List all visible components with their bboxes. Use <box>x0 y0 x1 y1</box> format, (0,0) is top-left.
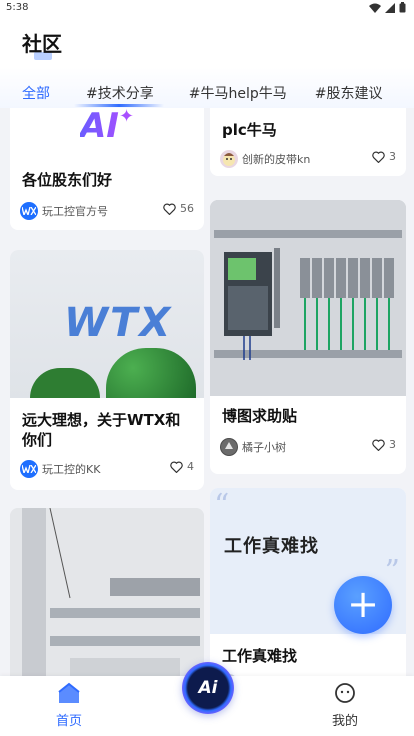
tab-bar: 全部 #技术分享 #牛马help牛马 #股东建议 <box>0 80 414 106</box>
like-count[interactable]: 4 <box>170 460 194 473</box>
page-title: 社区 <box>22 32 62 56</box>
open-quote-mark: “ <box>214 488 230 523</box>
plc-cabinet-photo <box>210 200 406 396</box>
ai-logo-art: AI✦ <box>79 108 135 146</box>
tab-shareholder-advice[interactable]: #股东建议 <box>307 83 391 103</box>
author-name: 橘子小树 <box>242 441 286 454</box>
heart-icon <box>372 439 385 451</box>
like-count[interactable]: 3 <box>372 438 396 451</box>
avatar <box>220 150 238 168</box>
heart-icon <box>170 461 183 473</box>
post-title: plc牛马 <box>222 121 277 139</box>
close-quote-mark: ” <box>384 554 400 589</box>
like-count[interactable]: 3 <box>372 150 396 163</box>
tab-all[interactable]: 全部 <box>14 83 58 103</box>
author-name: 玩工控的KK <box>42 463 101 476</box>
status-icons <box>369 2 406 13</box>
post-card[interactable]: WTX 远大理想，关于WTX和你们 玩工控的KK 4 <box>10 250 204 490</box>
battery-icon <box>399 2 406 13</box>
post-title: 各位股东们好 <box>22 171 113 189</box>
author-name: 玩工控官方号 <box>42 205 108 218</box>
post-image: AI✦ <box>10 108 204 152</box>
heart-icon <box>372 151 385 163</box>
nav-mine-label: 我的 <box>331 714 358 729</box>
quote-text: 工作真难找 <box>224 536 319 557</box>
post-card[interactable]: plc牛马 创新的皮带kn 3 <box>210 108 406 176</box>
plus-icon: + <box>347 581 379 626</box>
nav-home[interactable]: 首页 <box>44 682 94 729</box>
wtx-wall-logo: WTX <box>64 300 173 346</box>
wtx-logo-icon <box>22 207 36 215</box>
avatar <box>20 202 38 220</box>
heart-icon <box>163 203 176 215</box>
post-image <box>210 200 406 396</box>
likes-value: 3 <box>389 150 396 163</box>
nav-home-label: 首页 <box>55 714 82 729</box>
post-card[interactable] <box>10 508 204 676</box>
ai-assistant-button[interactable]: Ai <box>182 662 234 714</box>
post-author: 玩工控官方号 <box>20 202 108 220</box>
post-image: WTX <box>10 250 204 398</box>
post-title: 工作真难找 <box>222 647 298 665</box>
tab-niuma-help[interactable]: #牛马help牛马 <box>181 83 295 103</box>
ai-label: Ai <box>198 678 218 698</box>
status-bar: 5:38 <box>0 0 414 18</box>
likes-value: 3 <box>389 438 396 451</box>
plant-decor <box>30 368 100 398</box>
plant-decor <box>106 348 196 398</box>
tree-avatar-icon <box>221 439 237 455</box>
add-post-button[interactable]: + <box>334 576 392 634</box>
wifi-icon <box>369 3 381 13</box>
header: 社区 全部 #技术分享 #牛马help牛马 #股东建议 <box>0 18 414 108</box>
post-title: 博图求助贴 <box>222 407 298 425</box>
post-card[interactable]: AI✦ 各位股东们好 玩工控官方号 56 <box>10 108 204 230</box>
likes-value: 56 <box>180 202 194 215</box>
post-title: 远大理想，关于WTX和你们 <box>22 411 181 449</box>
post-author: 创新的皮带kn <box>220 150 310 168</box>
post-image <box>10 508 204 676</box>
home-icon <box>58 682 80 703</box>
chat-icon <box>335 683 355 703</box>
tab-tech-share[interactable]: #技术分享 <box>78 83 162 103</box>
post-card[interactable]: 博图求助贴 橘子小树 3 <box>210 200 406 474</box>
wtx-logo-icon <box>22 465 36 473</box>
post-author: 橘子小树 <box>220 438 286 456</box>
tab-active-indicator <box>74 104 164 107</box>
like-count[interactable]: 56 <box>163 202 194 215</box>
avatar <box>220 438 238 456</box>
nav-mine[interactable]: 我的 <box>320 682 370 729</box>
likes-value: 4 <box>187 460 194 473</box>
post-author: 玩工控的KK <box>20 460 100 478</box>
cabinet-photo <box>10 508 204 676</box>
avatar <box>20 460 38 478</box>
character-avatar-icon <box>223 153 235 166</box>
signal-icon <box>385 2 395 13</box>
author-name: 创新的皮带kn <box>242 153 311 166</box>
status-time: 5:38 <box>6 2 29 13</box>
